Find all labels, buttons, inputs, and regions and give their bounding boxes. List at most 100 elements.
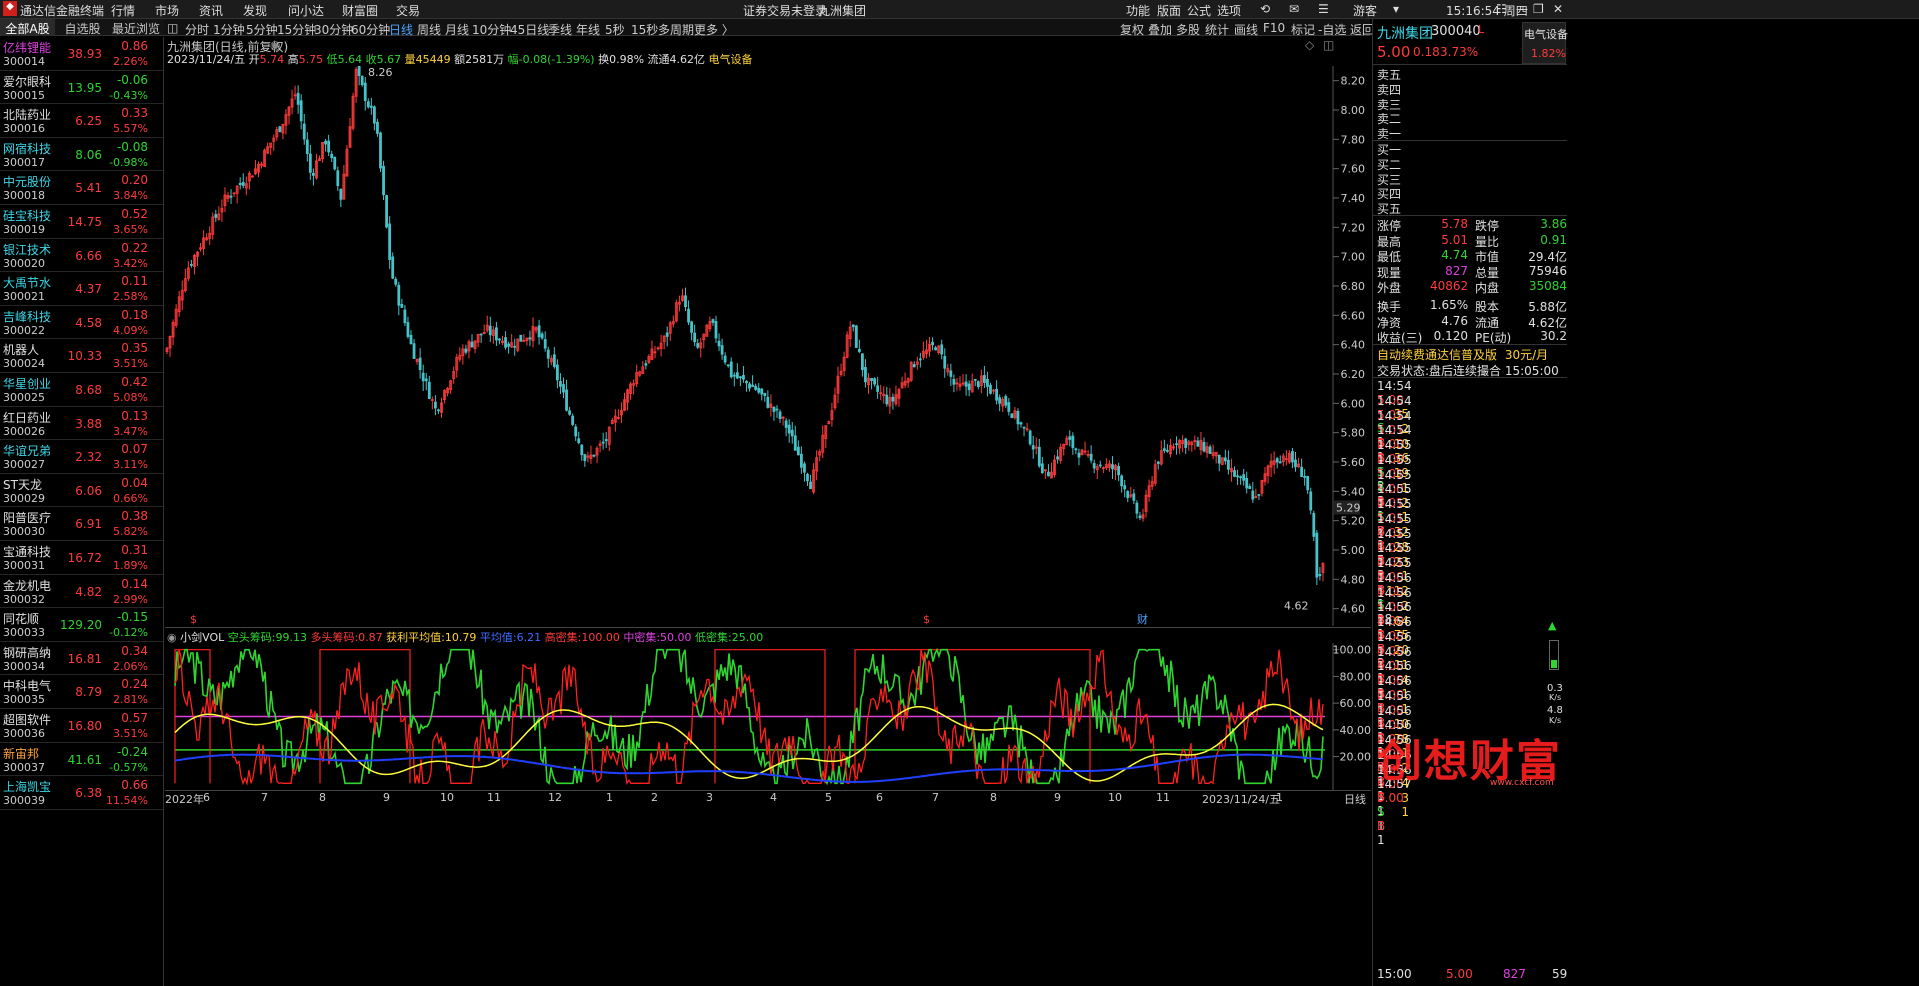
tool-tongji[interactable]: 统计 (1205, 21, 1229, 38)
menu-wenxiaoda[interactable]: 问小达 (288, 2, 324, 19)
promo-banner[interactable]: 自动续费通达信普及版 30元/月 (1377, 346, 1548, 363)
list-item[interactable]: 宝通科技 300031 16.72 0.31 1.89% (0, 541, 163, 575)
tool-huaxian[interactable]: 画线 (1234, 21, 1258, 38)
candlestick-chart[interactable]: 8.20 8.00 7.80 7.60 7.40 7.20 7.00 6.80 6.60 6.40… (165, 66, 1371, 626)
list-item[interactable]: 阳普医疗 300030 6.91 0.38 5.82% (0, 507, 163, 541)
candle-body (803, 463, 806, 473)
list-item[interactable]: 大禹节水 300021 4.37 0.11 2.58% (0, 272, 163, 306)
list-item[interactable]: 银江技术 300020 6.66 0.22 3.42% (0, 239, 163, 273)
period-30min[interactable]: 30分钟 (314, 21, 353, 38)
period-monthly[interactable]: 月线 (445, 21, 469, 38)
period-more[interactable]: 更多 〉 (694, 21, 734, 38)
list-item[interactable]: 新宙邦 300037 41.61 -0.24 -0.57% (0, 743, 163, 777)
warning-stock[interactable]: 九洲集团 (818, 2, 866, 19)
refresh-icon[interactable]: ⟲ (1260, 2, 1270, 16)
menu-icon[interactable]: ☰ (1318, 2, 1329, 16)
list-item[interactable]: ST天龙 300029 6.06 0.04 0.66% (0, 474, 163, 508)
close-icon[interactable]: ✕ (1553, 2, 1563, 16)
period-10min[interactable]: 10分钟 (472, 21, 511, 38)
period-45day[interactable]: 45日线 (510, 21, 549, 38)
sector-label[interactable]: 电气设备 (709, 53, 753, 66)
candle-body (940, 344, 944, 355)
tool-duogu[interactable]: 多股 (1176, 21, 1200, 38)
tool-biaoji[interactable]: 标记 (1291, 21, 1315, 38)
menu-hangqing[interactable]: 行情 (111, 2, 135, 19)
menu-xuanxiang[interactable]: 选项 (1217, 2, 1241, 19)
maximize-icon[interactable]: ◫ (1323, 38, 1334, 52)
scroll-up-icon[interactable]: ▲ (1548, 619, 1556, 632)
list-item[interactable]: 中科电气 300035 8.79 0.24 2.81% (0, 675, 163, 709)
list-item[interactable]: 中元股份 300018 5.41 0.20 3.84% (0, 171, 163, 205)
list-item[interactable]: 北陆药业 300016 6.25 0.33 5.57% (0, 104, 163, 138)
tool-f10[interactable]: F10 (1263, 21, 1285, 35)
list-item[interactable]: 钢研高纳 300034 16.81 0.34 2.06% (0, 642, 163, 676)
stock-name: 华星创业 (3, 377, 52, 391)
list-item[interactable]: 红日药业 300026 3.88 0.13 3.47% (0, 407, 163, 441)
tab-favorites[interactable]: 自选股 (60, 20, 105, 37)
stock-change: 0.35 (121, 341, 148, 356)
period-15min[interactable]: 15分钟 (277, 21, 316, 38)
period-multi[interactable]: 多周期 (658, 21, 694, 38)
menu-zixun[interactable]: 资讯 (199, 2, 223, 19)
chart-settings-icon[interactable]: ◉ (270, 38, 280, 52)
list-item[interactable]: 机器人 300024 10.33 0.35 3.51% (0, 339, 163, 373)
list-item[interactable]: 华星创业 300025 8.68 0.42 5.08% (0, 373, 163, 407)
quote-pct: 3.73% (1440, 45, 1479, 59)
user-label[interactable]: 游客 (1353, 2, 1377, 19)
candle-body (412, 343, 416, 359)
diamond-icon[interactable]: ◇ (1305, 38, 1314, 52)
period-weekly[interactable]: 周线 (417, 21, 441, 38)
menu-shichang[interactable]: 市场 (155, 2, 179, 19)
stock-change: 0.52 (121, 207, 148, 221)
layout-icon[interactable]: ◫ (167, 21, 178, 35)
list-item[interactable]: 华谊兄弟 300027 2.32 0.07 3.11% (0, 440, 163, 474)
scroll-slider[interactable] (1549, 640, 1559, 670)
list-item[interactable]: 同花顺 300033 129.20 -0.15 -0.12% (0, 608, 163, 642)
stat-value: 5.01 (1441, 232, 1468, 247)
period-1min[interactable]: 1分钟 (213, 21, 245, 38)
sector-badge[interactable]: 电气设备 1.82% (1522, 22, 1568, 64)
list-item[interactable]: 超图软件 300036 16.80 0.57 3.51% (0, 709, 163, 743)
chevron-down-icon[interactable]: ▾ (1393, 2, 1399, 16)
list-item[interactable]: 亿纬锂能 300014 38.93 0.86 2.26% (0, 37, 163, 71)
indicator-chart[interactable]: 100.00 80.00 60.00 40.00 20.00 (165, 643, 1371, 790)
settings-icon[interactable]: ☷ (1496, 2, 1507, 16)
tool-zixuan[interactable]: -自选 (1318, 21, 1346, 38)
tab-all-a[interactable]: 全部A股 (0, 19, 55, 36)
menu-gongshi[interactable]: 公式 (1187, 2, 1211, 19)
list-item[interactable]: 上海凯宝 300039 6.38 0.66 11.54% (0, 776, 163, 810)
mail-icon[interactable]: ✉ (1289, 2, 1299, 16)
restore-icon[interactable]: ❐ (1533, 2, 1544, 16)
period-5sec[interactable]: 5秒 (605, 21, 625, 38)
menu-gongneng[interactable]: 功能 (1126, 2, 1150, 19)
event-marker[interactable]: $ (190, 613, 197, 626)
tool-diejia[interactable]: 叠加 (1148, 21, 1172, 38)
list-item[interactable]: 网宿科技 300017 8.06 -0.08 -0.98% (0, 138, 163, 172)
menu-caifuquan[interactable]: 财富圈 (342, 2, 378, 19)
list-item[interactable]: 硅宝科技 300019 14.75 0.52 3.65% (0, 205, 163, 239)
menu-jiaoyi[interactable]: 交易 (396, 2, 420, 19)
minimize-icon[interactable]: — (1516, 2, 1528, 16)
tool-fuquan[interactable]: 复权 (1120, 21, 1144, 38)
period-5min[interactable]: 5分钟 (246, 21, 278, 38)
list-item[interactable]: 爱尔眼科 300015 13.95 -0.06 -0.43% (0, 71, 163, 105)
list-item[interactable]: 吉峰科技 300022 4.58 0.18 4.09% (0, 306, 163, 340)
tab-recent[interactable]: 最近浏览 (110, 20, 162, 37)
period-60min[interactable]: 60分钟 (351, 21, 390, 38)
tool-fanhui[interactable]: 返回 (1350, 21, 1374, 38)
event-marker[interactable]: $ (923, 613, 930, 626)
list-item[interactable]: 金龙机电 300032 4.82 0.14 2.99% (0, 575, 163, 609)
period-year[interactable]: 年线 (576, 21, 600, 38)
period-15sec[interactable]: 15秒 (631, 21, 658, 38)
period-fenshi[interactable]: 分时 (185, 21, 209, 38)
login-warning[interactable]: 证券交易未登录 (743, 2, 827, 19)
finance-marker[interactable]: 财 (1137, 612, 1148, 626)
period-daily[interactable]: 日线 (389, 21, 413, 38)
period-quarter[interactable]: 季线 (548, 21, 572, 38)
stock-change: 0.22 (121, 240, 148, 255)
menu-faxian[interactable]: 发现 (243, 2, 267, 19)
menu-banmian[interactable]: 版面 (1157, 2, 1181, 19)
candle-body (1196, 440, 1200, 447)
axis-period-tab[interactable]: 日线 (1344, 791, 1366, 807)
candle-body (559, 381, 562, 387)
